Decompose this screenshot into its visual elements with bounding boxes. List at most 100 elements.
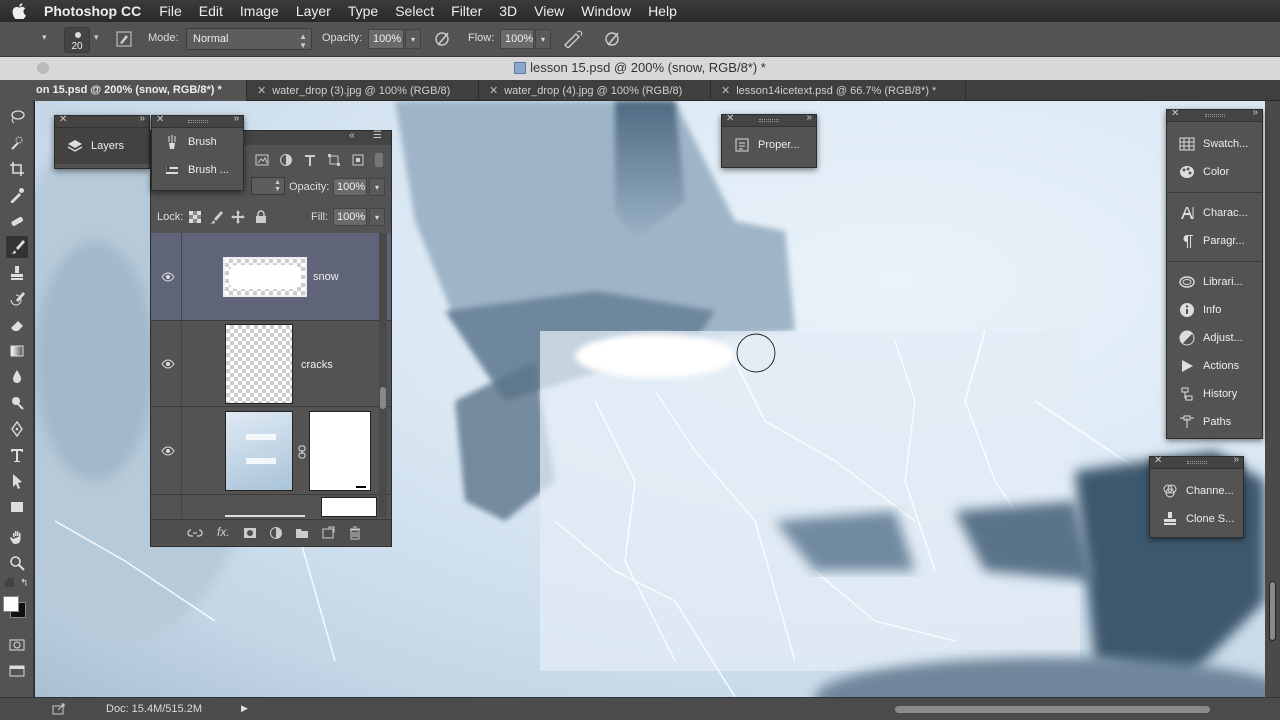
gradient-tool-icon[interactable] <box>6 340 28 362</box>
history-item[interactable]: History <box>1167 380 1262 408</box>
layer-thumbnail[interactable] <box>225 324 293 404</box>
layer-row-image[interactable] <box>151 407 391 495</box>
brush-picker-arrow-icon[interactable]: ▾ <box>94 32 99 43</box>
brush-size-picker[interactable]: 20 <box>64 27 90 53</box>
opacity-slider-arrow-icon[interactable]: ▾ <box>405 29 421 49</box>
quick-mask-icon[interactable] <box>6 634 28 656</box>
filter-pixel-icon[interactable] <box>255 153 269 167</box>
layer-mask-thumbnail[interactable] <box>309 411 371 491</box>
type-tool-icon[interactable] <box>6 444 28 466</box>
status-menu-arrow-icon[interactable]: ▶ <box>241 703 248 714</box>
close-icon[interactable]: ✕ <box>726 113 734 124</box>
collapse-icon[interactable]: « <box>349 130 355 141</box>
rectangle-tool-icon[interactable] <box>6 496 28 518</box>
eye-icon[interactable] <box>161 444 175 458</box>
lock-pixels-icon[interactable] <box>209 210 223 224</box>
delete-layer-icon[interactable] <box>349 526 361 540</box>
layer-mask-thumbnail[interactable] <box>321 497 377 517</box>
collapse-icon[interactable]: » <box>1252 107 1258 118</box>
link-icon[interactable] <box>297 445 307 459</box>
pen-tool-icon[interactable] <box>6 418 28 440</box>
info-item[interactable]: Info <box>1167 296 1262 324</box>
filter-adjustment-icon[interactable] <box>279 153 293 167</box>
hand-tool-icon[interactable] <box>6 526 28 548</box>
lock-all-icon[interactable] <box>255 210 267 224</box>
layer-row-partial[interactable] <box>151 495 391 517</box>
scroll-thumb[interactable] <box>1269 581 1276 641</box>
close-icon[interactable]: ✕ <box>59 114 67 125</box>
layer-name[interactable]: snow <box>313 271 339 283</box>
menu-edit[interactable]: Edit <box>199 3 223 19</box>
apple-icon[interactable] <box>12 3 34 19</box>
add-mask-icon[interactable] <box>243 526 257 540</box>
close-icon[interactable]: ✕ <box>156 114 164 125</box>
fill-arrow-icon[interactable]: ▾ <box>369 208 385 226</box>
adjustment-layer-icon[interactable] <box>269 526 283 540</box>
zoom-tool-icon[interactable] <box>6 552 28 574</box>
close-tab-icon[interactable]: ✕ <box>257 85 266 97</box>
pressure-opacity-icon[interactable] <box>432 30 452 48</box>
blend-mode-select[interactable]: Normal ▲ ▼ <box>186 28 312 50</box>
collapse-icon[interactable]: » <box>233 113 239 124</box>
properties-item[interactable]: Proper... <box>722 127 816 163</box>
layer-thumbnail[interactable] <box>223 257 307 297</box>
panel-menu-icon[interactable]: ☰ <box>373 130 382 141</box>
foreground-color-swatch[interactable] <box>3 596 19 612</box>
filter-shape-icon[interactable] <box>327 153 341 167</box>
clone-source-item[interactable]: Clone S... <box>1150 505 1243 533</box>
layer-opacity-input[interactable]: 100% <box>333 178 367 196</box>
quick-select-tool-icon[interactable] <box>6 132 28 154</box>
new-group-icon[interactable] <box>295 526 309 540</box>
crop-tool-icon[interactable] <box>6 158 28 180</box>
vertical-scrollbar[interactable] <box>1265 101 1280 697</box>
app-name[interactable]: Photoshop CC <box>44 3 141 19</box>
brush-tool-icon[interactable] <box>6 236 28 258</box>
filter-smart-object-icon[interactable] <box>351 153 365 167</box>
eraser-tool-icon[interactable] <box>6 314 28 336</box>
lasso-tool-icon[interactable] <box>6 106 28 128</box>
swap-colors-icon[interactable]: ⬛ ↰ <box>4 578 34 592</box>
menu-window[interactable]: Window <box>581 3 631 19</box>
collapse-icon[interactable]: » <box>1233 454 1239 465</box>
flow-input[interactable]: 100% <box>500 29 534 49</box>
adjustments-item[interactable]: Adjust... <box>1167 324 1262 352</box>
tab-lesson15[interactable]: on 15.psd @ 200% (snow, RGB/8*) * <box>0 80 247 101</box>
collapse-icon[interactable]: » <box>806 112 812 123</box>
channels-item[interactable]: Channe... <box>1150 477 1243 505</box>
healing-brush-tool-icon[interactable] <box>6 210 28 232</box>
menu-3d[interactable]: 3D <box>499 3 517 19</box>
clone-stamp-tool-icon[interactable] <box>6 262 28 284</box>
fx-icon[interactable]: fx. <box>217 525 230 539</box>
menu-view[interactable]: View <box>534 3 564 19</box>
close-icon[interactable]: ✕ <box>1171 108 1179 119</box>
actions-item[interactable]: Actions <box>1167 352 1262 380</box>
menu-layer[interactable]: Layer <box>296 3 331 19</box>
close-icon[interactable]: ✕ <box>1154 455 1162 466</box>
lock-position-icon[interactable] <box>231 210 245 224</box>
tab-water-drop-4[interactable]: ✕ water_drop (4).jpg @ 100% (RGB/8) <box>479 80 711 101</box>
history-brush-tool-icon[interactable] <box>6 288 28 310</box>
menu-filter[interactable]: Filter <box>451 3 482 19</box>
filter-type-icon[interactable] <box>303 153 317 167</box>
blur-tool-icon[interactable] <box>6 366 28 388</box>
opacity-input[interactable]: 100% <box>368 29 404 49</box>
color-item[interactable]: Color <box>1167 158 1262 186</box>
horizontal-scroll-thumb[interactable] <box>895 706 1210 713</box>
layers-scroll-thumb[interactable] <box>380 387 386 409</box>
character-item[interactable]: Charac... <box>1167 199 1262 227</box>
menu-type[interactable]: Type <box>348 3 378 19</box>
eye-icon[interactable] <box>161 357 175 371</box>
eyedropper-tool-icon[interactable] <box>6 184 28 206</box>
close-tab-icon[interactable]: ✕ <box>489 85 498 97</box>
tab-water-drop-3[interactable]: ✕ water_drop (3).jpg @ 100% (RGB/8) <box>247 80 479 101</box>
menu-select[interactable]: Select <box>395 3 434 19</box>
layer-name[interactable]: cracks <box>301 359 333 371</box>
lock-transparent-icon[interactable] <box>189 211 201 223</box>
menu-image[interactable]: Image <box>240 3 279 19</box>
screen-mode-icon[interactable] <box>6 660 28 682</box>
flow-slider-arrow-icon[interactable]: ▾ <box>535 29 551 49</box>
brush-item[interactable]: Brush <box>152 128 243 156</box>
fill-input[interactable]: 100% <box>333 208 367 226</box>
layer-row-snow[interactable]: snow <box>151 233 391 321</box>
opacity-arrow-icon[interactable]: ▾ <box>369 178 385 196</box>
